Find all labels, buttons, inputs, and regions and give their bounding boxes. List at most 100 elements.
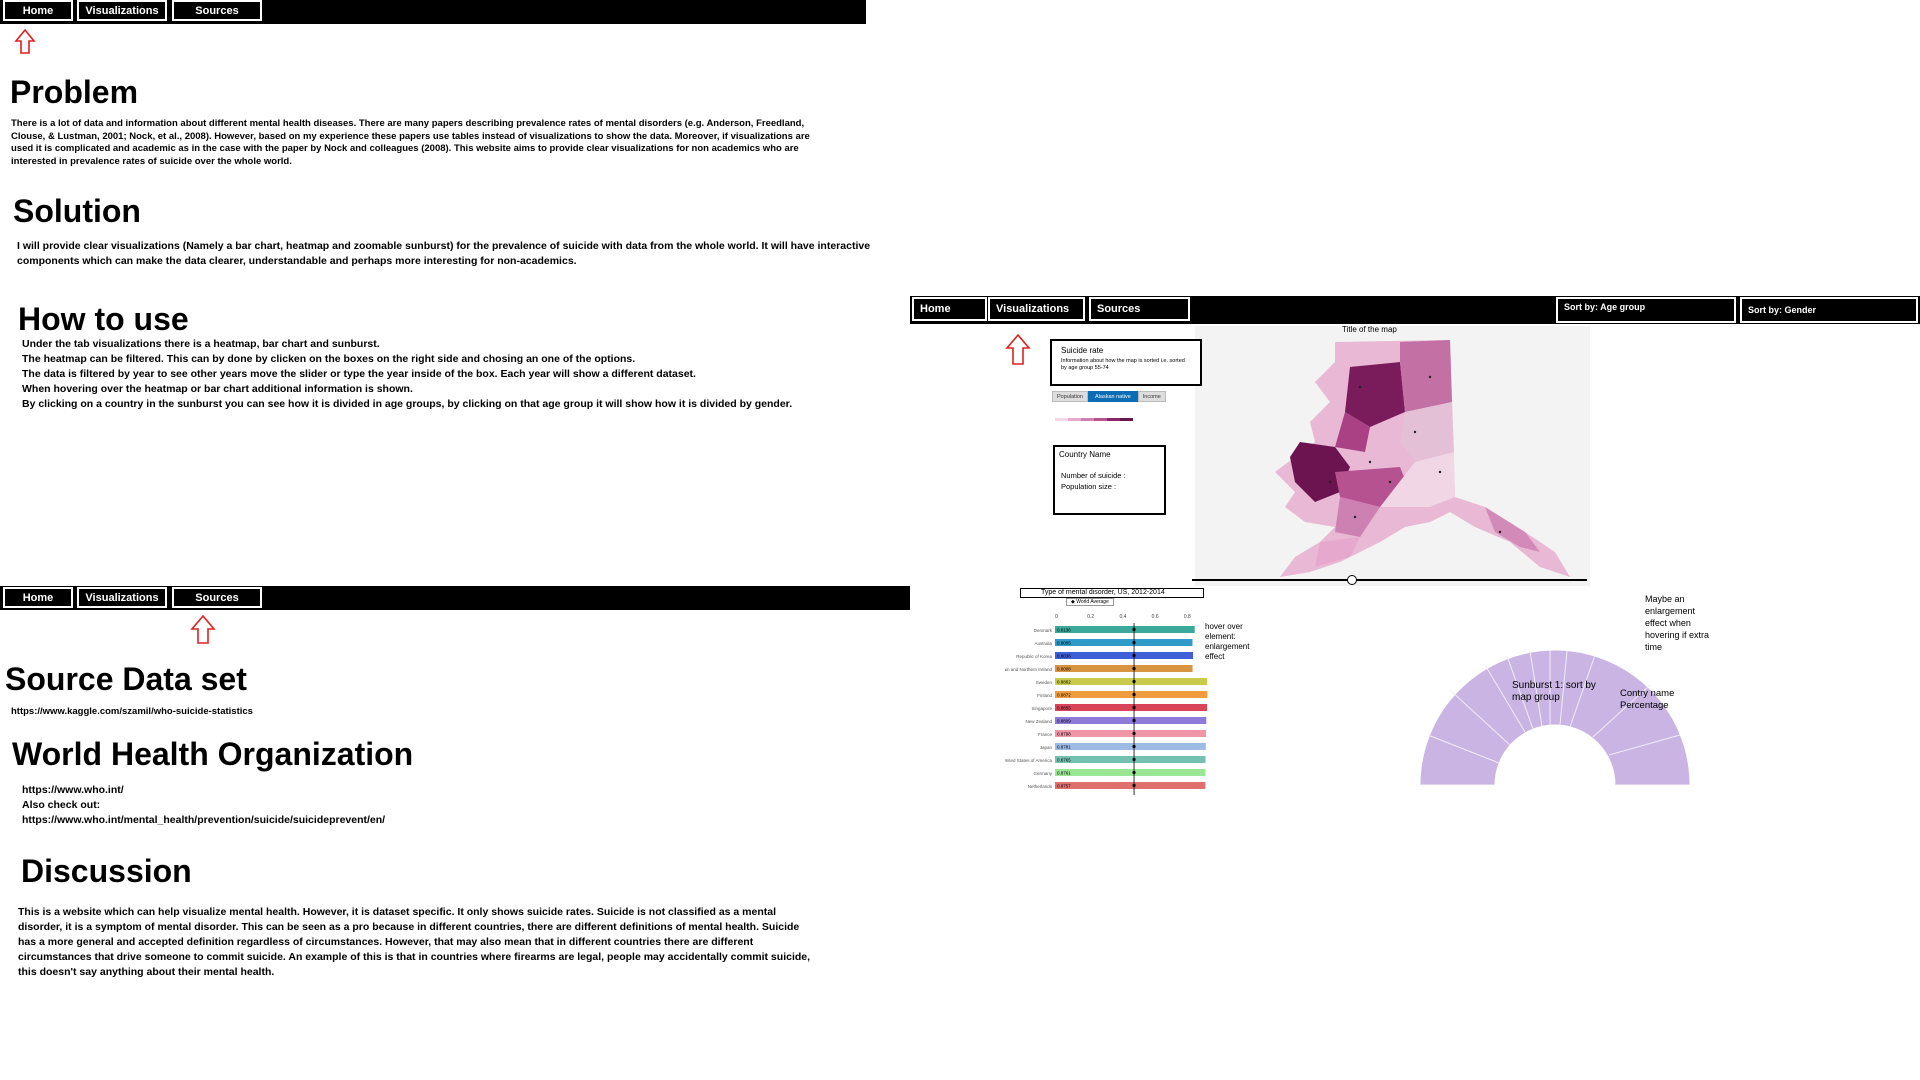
tab-income[interactable]: Income — [1137, 391, 1166, 402]
suicide-rate-info: Information about how the map is sorted … — [1061, 358, 1185, 371]
value-label: 0.8008 — [1057, 667, 1071, 672]
value-label: 0.8862 — [1057, 680, 1071, 685]
category-label: Sweden — [1036, 680, 1053, 685]
color-scale-legend — [1055, 418, 1133, 421]
bar[interactable] — [1055, 691, 1208, 698]
world-average-legend: ◆ World Average — [1066, 598, 1114, 606]
value-label: 0.8855 — [1057, 706, 1071, 711]
source-data-heading: Source Data set — [5, 661, 247, 697]
value-label: 0.8798 — [1057, 732, 1071, 737]
population-size: Population size : — [1061, 482, 1117, 491]
bar[interactable] — [1055, 639, 1193, 646]
year-slider-handle[interactable] — [1347, 575, 1357, 585]
how-to-use-heading: How to use — [18, 301, 189, 337]
category-label: France — [1038, 732, 1053, 737]
bar[interactable] — [1055, 678, 1208, 685]
category-label: Netherlands — [1028, 784, 1053, 789]
category-label: New Zealand — [1025, 719, 1052, 724]
sunburst-country-label: Contry name Percentage — [1620, 688, 1675, 711]
bar[interactable] — [1055, 717, 1207, 724]
value-label: 0.8036 — [1057, 654, 1071, 659]
category-label: United Kingdom of Great Britain and Nort… — [1005, 667, 1052, 672]
nav-visualizations-button[interactable]: Visualizations — [77, 0, 167, 21]
sort-age-group-select[interactable]: Sort by: Age group — [1556, 297, 1736, 323]
bar-chart-title: Type of mental disorder, US, 2012-2014 — [1020, 588, 1204, 598]
tick-label: 0.8 — [1184, 614, 1191, 620]
nav-home-button[interactable]: Home — [3, 0, 73, 21]
sunburst-note: Maybe an enlargement effect when hoverin… — [1645, 594, 1710, 652]
value-label: 0.8765 — [1057, 758, 1071, 763]
nav-visualizations-button[interactable]: Visualizations — [988, 297, 1085, 321]
bar[interactable] — [1055, 704, 1208, 711]
problem-text: There is a lot of data and information a… — [11, 118, 810, 167]
bar[interactable] — [1055, 730, 1207, 737]
country-name: Country Name — [1059, 450, 1111, 459]
how-to-use-list: Under the tab visualizations there is a … — [22, 337, 872, 412]
category-label: Japan — [1040, 745, 1053, 750]
heatmap-alaska[interactable] — [1240, 332, 1600, 582]
up-arrow-icon — [190, 615, 216, 644]
how-line: The data is filtered by year to see othe… — [22, 368, 696, 380]
solution-text: I will provide clear visualizations (Nam… — [17, 240, 871, 267]
tick-label: 0 — [1055, 614, 1058, 620]
map-filter-tabs: Population Alaskan native Income — [1052, 391, 1166, 402]
how-line: Under the tab visualizations there is a … — [22, 338, 380, 350]
nav-sources-button[interactable]: Sources — [1089, 297, 1190, 321]
year-slider-track[interactable] — [1192, 579, 1587, 581]
category-label: Finland — [1037, 693, 1052, 698]
who-url-suicide[interactable]: https://www.who.int/mental_health/preven… — [22, 813, 385, 828]
world-average-label: World Average — [1076, 599, 1109, 605]
nav-sources-button[interactable]: Sources — [172, 587, 262, 608]
how-line: By clicking on a country in the sunburst… — [22, 398, 793, 410]
who-url[interactable]: https://www.who.int/ — [22, 783, 385, 798]
sunburst-ring[interactable] — [1419, 649, 1691, 785]
nav-visualizations-button[interactable]: Visualizations — [77, 587, 167, 608]
value-label: 0.8005 — [1057, 641, 1071, 646]
value-label: 0.8809 — [1057, 719, 1071, 724]
sunburst-center-label: Sunburst 1: sort by map group — [1512, 680, 1596, 703]
bar[interactable] — [1055, 652, 1194, 659]
tick-label: 0.2 — [1087, 614, 1094, 620]
nav-sources-button[interactable]: Sources — [172, 0, 262, 21]
tick-label: 0.4 — [1119, 614, 1126, 620]
who-heading: World Health Organization — [12, 736, 414, 772]
who-links: https://www.who.int/ Also check out: htt… — [22, 783, 385, 828]
how-line: When hovering over the heatmap or bar ch… — [22, 383, 413, 395]
bar[interactable] — [1055, 665, 1193, 672]
problem-heading: Problem — [10, 74, 139, 110]
value-label: 0.8872 — [1057, 693, 1071, 698]
category-label: Germany — [1033, 771, 1052, 776]
tick-label: 0.6 — [1152, 614, 1159, 620]
hover-note: hover over element: enlargement effect — [1205, 622, 1250, 661]
nav-home-button[interactable]: Home — [3, 587, 73, 608]
suicide-rate-title: Suicide rate — [1061, 346, 1104, 355]
also-check-out: Also check out: — [22, 799, 101, 811]
sort-gender-select[interactable]: Sort by: Gender — [1740, 297, 1918, 323]
tab-alaskan-native[interactable]: Alaskan native — [1088, 391, 1138, 402]
solution-heading: Solution — [13, 193, 141, 229]
category-label: Australia — [1034, 641, 1052, 646]
category-label: Singapore — [1031, 706, 1052, 711]
tab-population[interactable]: Population — [1052, 391, 1088, 402]
bar[interactable] — [1055, 626, 1195, 633]
category-label: United States of America — [1005, 758, 1052, 763]
value-label: 0.8136 — [1057, 628, 1071, 633]
bar[interactable] — [1055, 743, 1206, 750]
up-arrow-icon — [14, 29, 36, 54]
bar[interactable] — [1055, 782, 1206, 789]
value-label: 0.8761 — [1057, 771, 1071, 776]
value-label: 0.8781 — [1057, 745, 1071, 750]
bar[interactable] — [1055, 769, 1206, 776]
discussion-heading: Discussion — [21, 853, 192, 889]
number-of-suicide: Number of suicide : — [1061, 471, 1126, 480]
suicide-rate-legend: Suicide rate Information about how the m… — [1050, 339, 1202, 386]
up-arrow-icon — [1005, 334, 1031, 365]
nav-home-button[interactable]: Home — [912, 297, 987, 321]
category-label: Republic of Korea — [1016, 654, 1052, 659]
category-label: Denmark — [1034, 628, 1053, 633]
bar[interactable] — [1055, 756, 1206, 763]
how-line: The heatmap can be filtered. This can by… — [22, 353, 636, 365]
country-tooltip: Country Name Number of suicide : Populat… — [1053, 445, 1166, 515]
source-url[interactable]: https://www.kaggle.com/szamil/who-suicid… — [11, 706, 253, 719]
discussion-text: This is a website which can help visuali… — [18, 906, 811, 978]
